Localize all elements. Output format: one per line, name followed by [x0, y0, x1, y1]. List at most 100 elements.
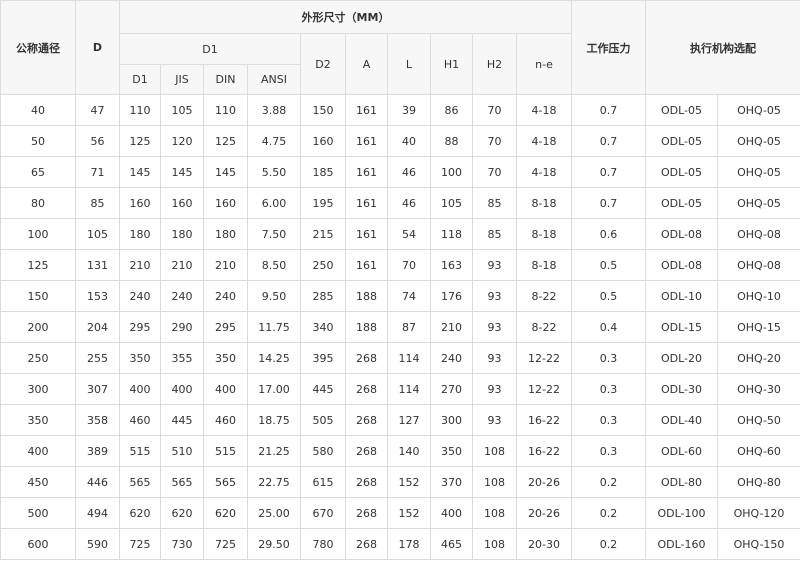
cell-l: 178	[387, 528, 431, 560]
cell-d: 204	[75, 311, 120, 343]
cell-d1: 725	[119, 528, 161, 560]
cell-a: 161	[345, 94, 388, 126]
cell-din: 400	[203, 373, 248, 405]
cell-d1: 240	[119, 280, 161, 312]
cell-h1: 88	[430, 125, 473, 157]
header-ansi: ANSI	[247, 64, 301, 95]
cell-d2: 195	[300, 187, 346, 219]
cell-jis: 355	[160, 342, 204, 374]
cell-ansi: 9.50	[247, 280, 301, 312]
cell-nominal-diameter: 40	[0, 94, 76, 126]
cell-d1: 160	[119, 187, 161, 219]
cell-ne: 12-22	[516, 373, 572, 405]
cell-d2: 160	[300, 125, 346, 157]
cell-ne: 16-22	[516, 404, 572, 436]
header-ne: n-e	[516, 33, 572, 95]
cell-d1: 110	[119, 94, 161, 126]
cell-h2: 93	[472, 373, 517, 405]
cell-h2: 108	[472, 466, 517, 498]
cell-d1: 460	[119, 404, 161, 436]
cell-actuator-odl: ODL-08	[645, 218, 718, 250]
cell-a: 268	[345, 373, 388, 405]
cell-nominal-diameter: 150	[0, 280, 76, 312]
cell-nominal-diameter: 500	[0, 497, 76, 529]
cell-nominal-diameter: 250	[0, 342, 76, 374]
cell-nominal-diameter: 100	[0, 218, 76, 250]
cell-jis: 210	[160, 249, 204, 281]
cell-actuator-odl: ODL-160	[645, 528, 718, 560]
table-row: 300 307 400 400 400 17.00 445 268 114 270 93 12-22 0…	[0, 373, 800, 405]
cell-a: 161	[345, 156, 388, 188]
cell-d2: 250	[300, 249, 346, 281]
cell-pressure: 0.7	[571, 156, 646, 188]
cell-actuator-odl: ODL-15	[645, 311, 718, 343]
cell-d2: 215	[300, 218, 346, 250]
cell-pressure: 0.3	[571, 373, 646, 405]
cell-l: 152	[387, 466, 431, 498]
cell-actuator-odl: ODL-08	[645, 249, 718, 281]
table-row: 80 85 160 160 160 6.00 195 161 46 105 85 8-18 0.7 ODL…	[0, 187, 800, 219]
cell-din: 110	[203, 94, 248, 126]
cell-d2: 285	[300, 280, 346, 312]
cell-actuator-odl: ODL-60	[645, 435, 718, 467]
table-row: 125 131 210 210 210 8.50 250 161 70 163 93 8-18 0.5 O…	[0, 249, 800, 281]
cell-nominal-diameter: 50	[0, 125, 76, 157]
cell-actuator-ohq: OHQ-08	[717, 249, 800, 281]
cell-actuator-ohq: OHQ-08	[717, 218, 800, 250]
cell-pressure: 0.3	[571, 435, 646, 467]
cell-ne: 20-26	[516, 466, 572, 498]
table-row: 350 358 460 445 460 18.75 505 268 127 300 93 16-22 0…	[0, 404, 800, 436]
cell-din: 460	[203, 404, 248, 436]
cell-ne: 12-22	[516, 342, 572, 374]
cell-h1: 210	[430, 311, 473, 343]
cell-ansi: 11.75	[247, 311, 301, 343]
header-h2: H2	[472, 33, 517, 95]
cell-nominal-diameter: 450	[0, 466, 76, 498]
cell-h2: 85	[472, 218, 517, 250]
cell-a: 268	[345, 342, 388, 374]
cell-actuator-ohq: OHQ-05	[717, 125, 800, 157]
cell-jis: 160	[160, 187, 204, 219]
cell-ne: 8-18	[516, 187, 572, 219]
cell-d1: 400	[119, 373, 161, 405]
cell-actuator-ohq: OHQ-150	[717, 528, 800, 560]
cell-jis: 730	[160, 528, 204, 560]
cell-d: 307	[75, 373, 120, 405]
cell-nominal-diameter: 125	[0, 249, 76, 281]
cell-din: 210	[203, 249, 248, 281]
cell-l: 87	[387, 311, 431, 343]
table-row: 40 47 110 105 110 3.88 150 161 39 86 70 4-18 0.7 ODL-…	[0, 94, 800, 126]
cell-d2: 780	[300, 528, 346, 560]
cell-nominal-diameter: 200	[0, 311, 76, 343]
cell-jis: 290	[160, 311, 204, 343]
cell-h2: 108	[472, 435, 517, 467]
cell-pressure: 0.3	[571, 342, 646, 374]
cell-din: 160	[203, 187, 248, 219]
cell-l: 40	[387, 125, 431, 157]
cell-actuator-ohq: OHQ-80	[717, 466, 800, 498]
cell-d: 56	[75, 125, 120, 157]
cell-actuator-ohq: OHQ-05	[717, 187, 800, 219]
cell-h2: 93	[472, 342, 517, 374]
cell-d2: 185	[300, 156, 346, 188]
header-d1-group: D1	[119, 33, 301, 65]
cell-ne: 16-22	[516, 435, 572, 467]
cell-d: 71	[75, 156, 120, 188]
cell-h2: 93	[472, 311, 517, 343]
dimensions-table: 公称通径 D 外形尺寸（MM） 工作压力 执行机构选配 D1 D2 A L H1…	[0, 0, 800, 560]
cell-ne: 8-18	[516, 249, 572, 281]
cell-d1: 620	[119, 497, 161, 529]
cell-din: 180	[203, 218, 248, 250]
cell-din: 565	[203, 466, 248, 498]
cell-h2: 108	[472, 528, 517, 560]
cell-jis: 180	[160, 218, 204, 250]
cell-nominal-diameter: 350	[0, 404, 76, 436]
table-row: 600 590 725 730 725 29.50 780 268 178 465 108 20-30…	[0, 528, 800, 560]
cell-d1: 210	[119, 249, 161, 281]
cell-nominal-diameter: 400	[0, 435, 76, 467]
table-row: 100 105 180 180 180 7.50 215 161 54 118 85 8-18 0.6 O…	[0, 218, 800, 250]
cell-l: 39	[387, 94, 431, 126]
cell-actuator-ohq: OHQ-10	[717, 280, 800, 312]
table-row: 250 255 350 355 350 14.25 395 268 114 240 93 12-22 0…	[0, 342, 800, 374]
cell-d: 590	[75, 528, 120, 560]
